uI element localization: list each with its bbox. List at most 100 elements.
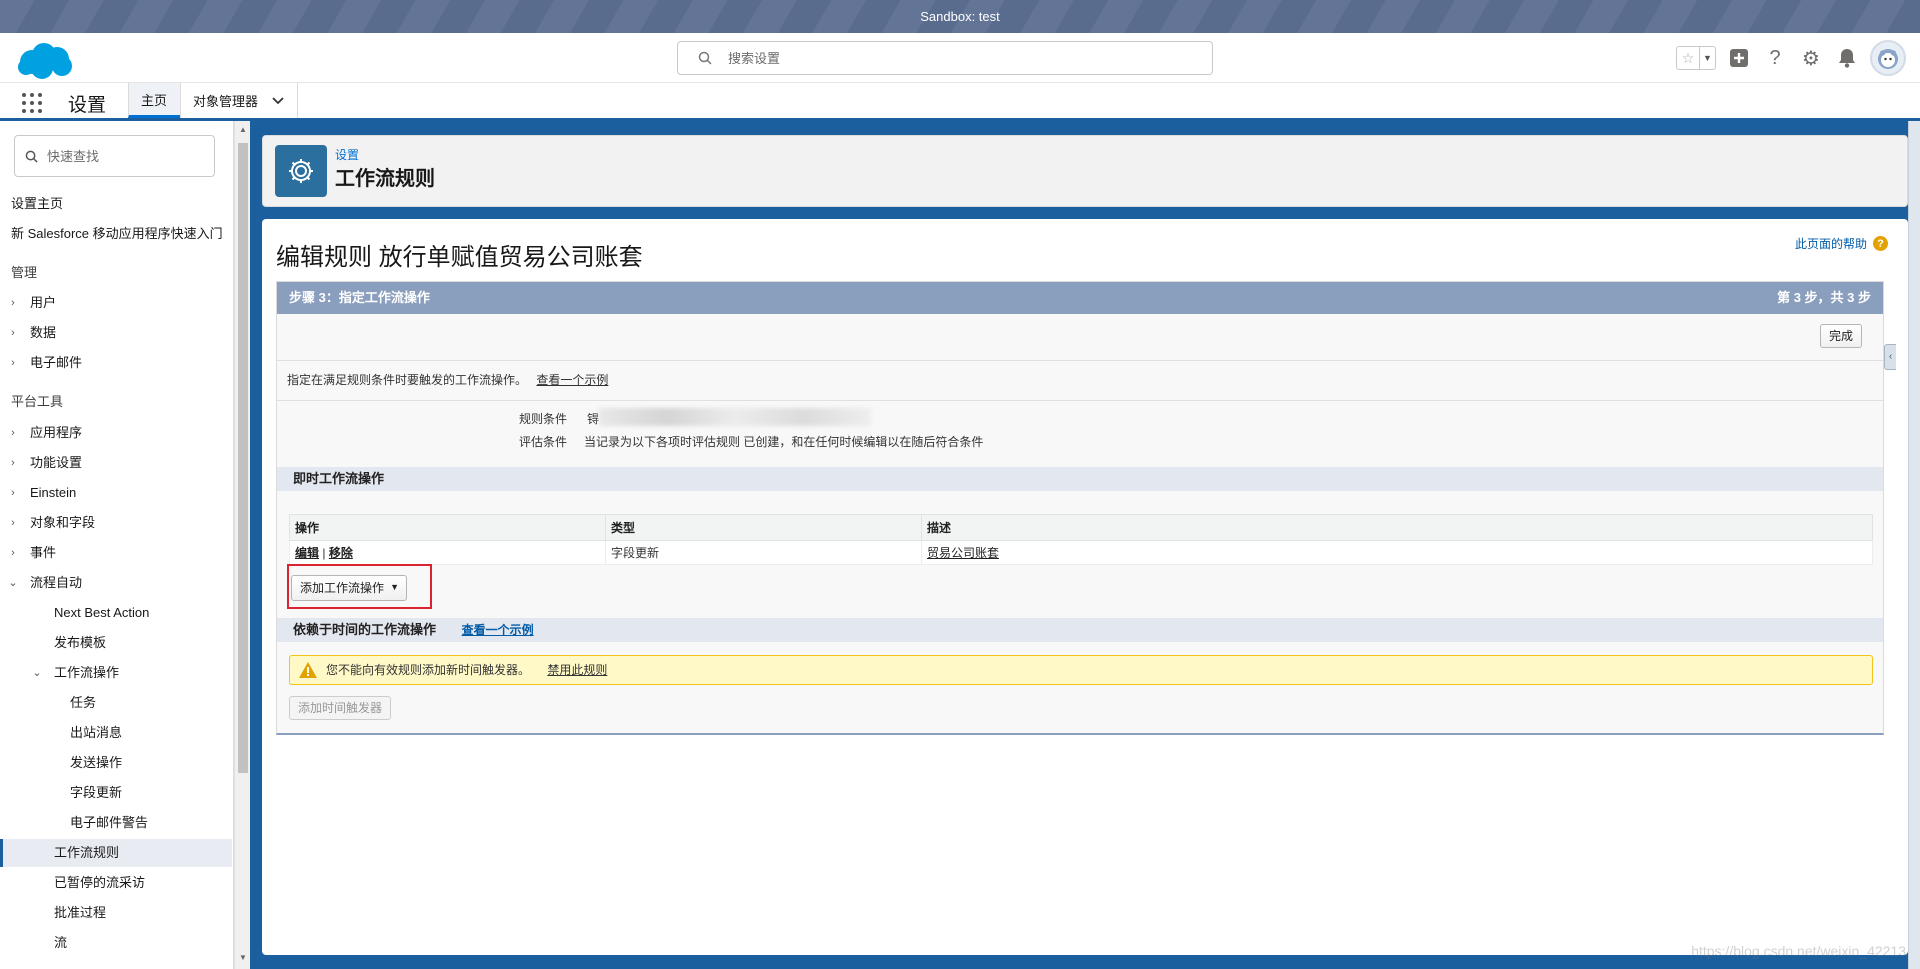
edit-link[interactable]: 编辑 bbox=[295, 546, 319, 560]
sidebar-item-tasks[interactable]: 任务 bbox=[0, 689, 232, 717]
warning-message: 您不能向有效规则添加新时间触发器。 禁用此规则 bbox=[289, 655, 1873, 685]
chevron-right-icon[interactable]: › bbox=[8, 319, 18, 347]
sidebar-item-users[interactable]: › 用户 bbox=[0, 289, 232, 317]
sandbox-banner: Sandbox: test bbox=[0, 0, 1920, 33]
sidebar-item-mobile-quickstart[interactable]: 新 Salesforce 移动应用程序快速入门 bbox=[0, 220, 232, 248]
app-navigation: 设置 主页 对象管理器 bbox=[0, 83, 1920, 121]
chevron-right-icon[interactable]: › bbox=[8, 349, 18, 377]
redacted-criteria bbox=[599, 408, 871, 426]
immediate-actions-title: 即时工作流操作 bbox=[293, 471, 385, 486]
sidebar-item-label: 发送操作 bbox=[70, 755, 123, 770]
sidebar-item-events[interactable]: › 事件 bbox=[0, 539, 232, 567]
workflow-step-panel: 步骤 3：指定工作流操作 第 3 步，共 3 步 完成 指定在满足规则条件时要触… bbox=[276, 281, 1884, 735]
sidebar-item-label: 流程自动 bbox=[30, 575, 83, 590]
sandbox-label: Sandbox: test bbox=[920, 9, 1000, 24]
bell-icon[interactable] bbox=[1834, 45, 1860, 71]
divider bbox=[277, 360, 1883, 361]
gear-icon[interactable]: ⚙ bbox=[1798, 45, 1824, 71]
sidebar-item-send-actions[interactable]: 发送操作 bbox=[0, 749, 232, 777]
sidebar-item-approval-processes[interactable]: 批准过程 bbox=[0, 899, 232, 927]
chevron-right-icon[interactable]: › bbox=[8, 479, 18, 507]
sidebar-scrollbar[interactable]: ▲ ▼ bbox=[234, 121, 250, 969]
sidebar-item-flows[interactable]: 流 bbox=[0, 929, 232, 957]
star-icon[interactable]: ☆ bbox=[1677, 47, 1699, 69]
chevron-right-icon[interactable]: › bbox=[8, 289, 18, 317]
sidebar-item-email-alerts[interactable]: 电子邮件警告 bbox=[0, 809, 232, 837]
sidebar-item-einstein[interactable]: › Einstein bbox=[0, 479, 232, 507]
deactivate-rule-link[interactable]: 禁用此规则 bbox=[547, 663, 607, 677]
evaluation-criteria-value: 当记录为以下各项时评估规则 已创建，和在任何时候编辑以在随后符合条件 bbox=[584, 435, 984, 449]
sidebar-item-data[interactable]: › 数据 bbox=[0, 319, 232, 347]
sidebar-item-feature-settings[interactable]: › 功能设置 bbox=[0, 449, 232, 477]
chevron-right-icon[interactable]: › bbox=[8, 419, 18, 447]
time-view-example-link[interactable]: 查看一个示例 bbox=[462, 623, 534, 637]
sidebar-item-paused-flow-interviews[interactable]: 已暂停的流采访 bbox=[0, 869, 232, 897]
breadcrumb[interactable]: 设置 bbox=[335, 146, 359, 163]
chevron-down-icon[interactable]: ⌄ bbox=[8, 569, 18, 597]
scroll-up-icon[interactable]: ▲ bbox=[238, 125, 248, 134]
search-icon bbox=[25, 150, 38, 163]
global-actions-add-icon[interactable] bbox=[1726, 45, 1752, 71]
add-time-trigger-button[interactable]: 添加时间触发器 bbox=[289, 696, 392, 720]
step-count: 第 3 步，共 3 步 bbox=[1777, 290, 1871, 305]
app-launcher-icon[interactable] bbox=[22, 93, 42, 113]
sidebar-item-label: Next Best Action bbox=[54, 605, 150, 620]
tab-object-manager-label: 对象管理器 bbox=[193, 94, 259, 109]
column-header-action: 操作 bbox=[289, 514, 606, 541]
sidebar-item-objects-fields[interactable]: › 对象和字段 bbox=[0, 509, 232, 537]
sidebar-item-outbound-messages[interactable]: 出站消息 bbox=[0, 719, 232, 747]
tab-home-label: 主页 bbox=[141, 92, 168, 108]
right-edge-panel bbox=[1908, 121, 1920, 969]
link-separator: | bbox=[322, 546, 326, 560]
help-for-this-page-link[interactable]: 此页面的帮助 ? bbox=[1795, 235, 1888, 252]
time-dependent-actions-section: 依赖于时间的工作流操作 查看一个示例 bbox=[277, 618, 1883, 642]
sidebar-item-label: 应用程序 bbox=[30, 425, 83, 440]
evaluation-criteria-label: 评估条件 bbox=[518, 435, 567, 449]
remove-link[interactable]: 移除 bbox=[329, 546, 353, 560]
sidebar-item-label: 批准过程 bbox=[54, 905, 107, 920]
sidebar-item-process-automation[interactable]: ⌄ 流程自动 bbox=[0, 569, 232, 597]
search-input[interactable] bbox=[728, 48, 1188, 68]
sidebar-item-label: 已暂停的流采访 bbox=[54, 875, 146, 890]
collapse-panel-tab[interactable]: ‹ bbox=[1884, 344, 1896, 370]
sidebar-item-email[interactable]: › 电子邮件 bbox=[0, 349, 232, 377]
chevron-right-icon[interactable]: › bbox=[8, 449, 18, 477]
favorites-dropdown-icon[interactable]: ▼ bbox=[1699, 47, 1715, 69]
main-content: 编辑规则 放行单赋值贸易公司账套 此页面的帮助 ? 步骤 3：指定工作流操作 第… bbox=[262, 219, 1908, 955]
step-header: 步骤 3：指定工作流操作 第 3 步，共 3 步 bbox=[277, 282, 1883, 314]
scrollbar-thumb[interactable] bbox=[238, 143, 248, 773]
tab-home[interactable]: 主页 bbox=[128, 83, 180, 118]
global-search[interactable] bbox=[677, 41, 1213, 75]
quick-find-input[interactable] bbox=[47, 147, 207, 165]
sidebar-item-post-templates[interactable]: 发布模板 bbox=[0, 629, 232, 657]
sidebar-item-apps[interactable]: › 应用程序 bbox=[0, 419, 232, 447]
step-description-text: 指定在满足规则条件时要触发的工作流操作。 bbox=[287, 373, 528, 387]
chevron-down-icon[interactable]: ⌄ bbox=[32, 659, 42, 687]
sidebar-item-label: 出站消息 bbox=[70, 725, 123, 740]
view-example-link[interactable]: 查看一个示例 bbox=[536, 373, 608, 387]
scroll-down-icon[interactable]: ▼ bbox=[238, 953, 248, 962]
sidebar-item-label: 对象和字段 bbox=[30, 515, 96, 530]
global-header: ☆ ▼ ? ⚙ bbox=[0, 33, 1920, 83]
immediate-actions-section: 即时工作流操作 bbox=[277, 467, 1883, 491]
action-description-link[interactable]: 贸易公司账套 bbox=[927, 546, 999, 560]
sidebar-item-setup-home[interactable]: 设置主页 bbox=[0, 190, 232, 218]
chevron-right-icon[interactable]: › bbox=[8, 539, 18, 567]
chevron-right-icon[interactable]: › bbox=[8, 509, 18, 537]
step-title: 步骤 3：指定工作流操作 bbox=[289, 290, 430, 305]
sidebar-item-workflow-rules[interactable]: 工作流规则 bbox=[0, 839, 232, 867]
annotation-highlight-box bbox=[287, 564, 432, 609]
help-icon[interactable]: ? bbox=[1762, 45, 1788, 71]
tab-object-manager[interactable]: 对象管理器 bbox=[180, 83, 298, 118]
chevron-down-icon[interactable] bbox=[272, 96, 284, 105]
quick-find[interactable] bbox=[14, 135, 215, 177]
done-button[interactable]: 完成 bbox=[1820, 324, 1863, 348]
app-name: 设置 bbox=[68, 95, 107, 116]
user-avatar[interactable] bbox=[1870, 40, 1906, 76]
sidebar-item-label: 电子邮件警告 bbox=[70, 815, 149, 830]
sidebar-item-label: 字段更新 bbox=[70, 785, 123, 800]
salesforce-logo-icon[interactable] bbox=[14, 40, 74, 82]
sidebar-item-next-best-action[interactable]: Next Best Action bbox=[0, 599, 232, 627]
sidebar-item-field-updates[interactable]: 字段更新 bbox=[0, 779, 232, 807]
sidebar-item-workflow-actions[interactable]: ⌄ 工作流操作 bbox=[0, 659, 232, 687]
